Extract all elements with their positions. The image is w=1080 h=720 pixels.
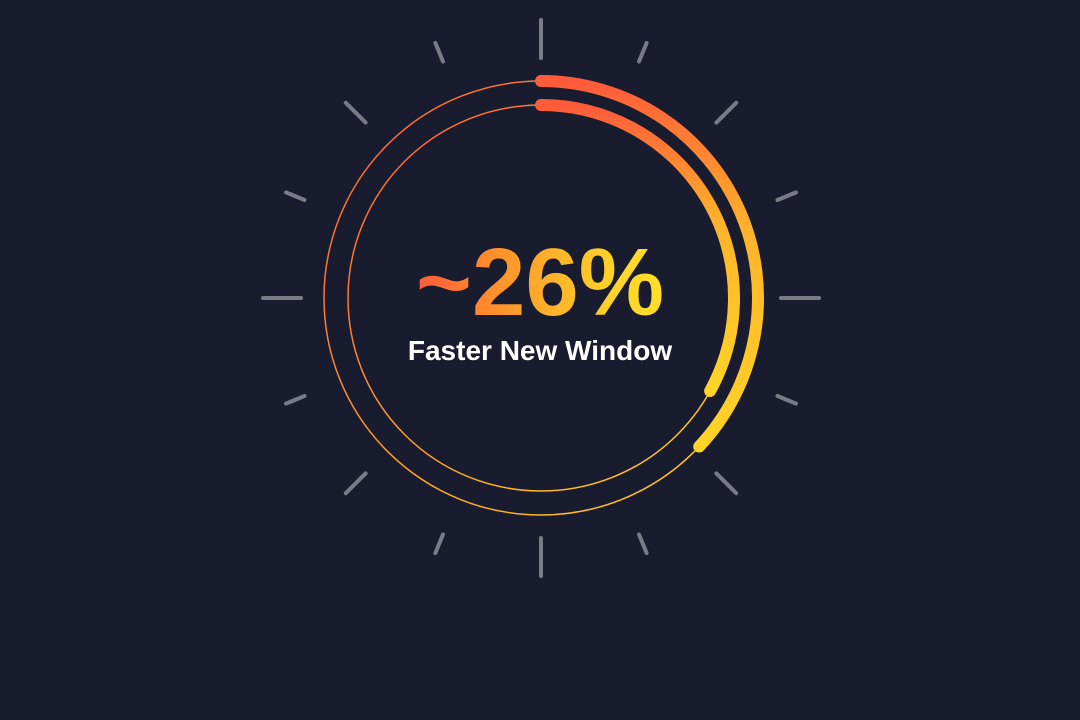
metric-value: ~26% <box>415 229 665 336</box>
gauge-tick <box>775 190 798 202</box>
metric-value-wrap: ~26% <box>0 228 1080 338</box>
gauge-tick <box>714 100 739 125</box>
gauge-tick <box>284 394 307 406</box>
gauge-tick <box>433 532 445 555</box>
gauge-tick <box>343 100 368 125</box>
gauge-tick <box>775 394 798 406</box>
gauge-tick <box>637 41 649 64</box>
gauge-tick <box>637 532 649 555</box>
gauge-tick <box>714 471 739 496</box>
gauge-tick <box>343 471 368 496</box>
metric-caption: Faster New Window <box>407 335 673 366</box>
gauge-tick <box>433 41 445 64</box>
gauge-tick <box>284 190 307 202</box>
